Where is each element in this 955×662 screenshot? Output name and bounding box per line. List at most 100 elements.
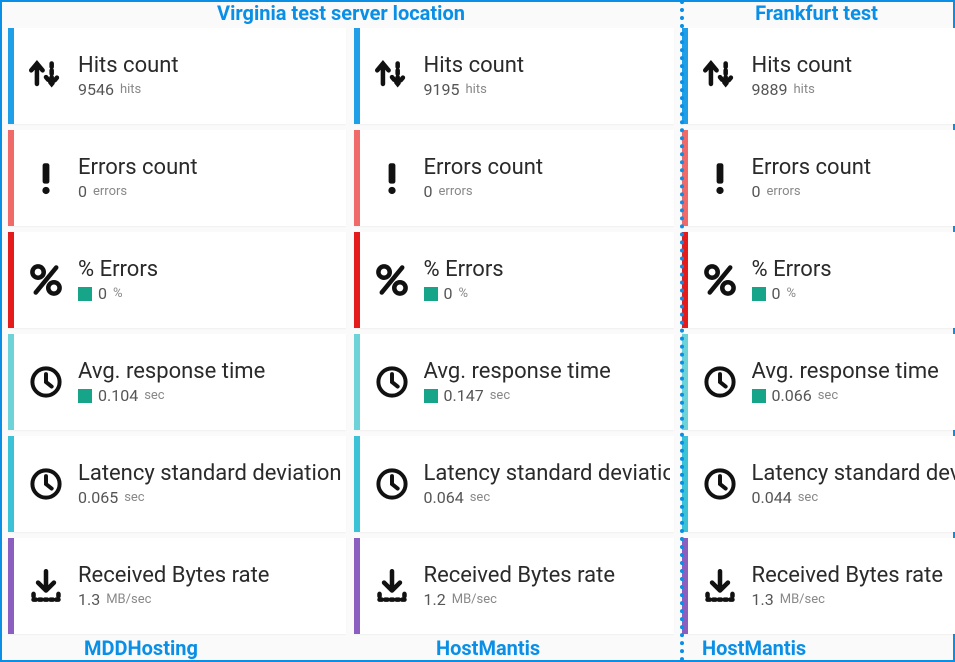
- metric-value: 1.3: [78, 590, 100, 609]
- status-swatch: [424, 287, 438, 301]
- metric-card: Received Bytes rate 1.3 MB/sec: [8, 538, 346, 634]
- metric-valueline: 1.2MB/sec: [424, 590, 670, 609]
- metric-title: Avg. response time: [424, 359, 670, 384]
- metric-unit: %: [113, 286, 123, 301]
- excl-icon: [14, 161, 78, 195]
- metrics-columns: Hits count9546hitsErrors count0errors% E…: [8, 28, 955, 634]
- metric-unit: sec: [124, 490, 144, 505]
- metric-valueline: 0 errors: [424, 182, 670, 201]
- metric-card: Latency standard deviation0.064sec: [354, 436, 674, 532]
- metric-text: Hits count 9546hits: [78, 53, 346, 99]
- metric-unit: sec: [798, 490, 818, 505]
- clock-icon: [360, 467, 424, 501]
- metric-text: Avg. response time 0.104 sec: [78, 359, 346, 405]
- status-swatch: [752, 389, 766, 403]
- metric-text: % Errors 0%: [424, 257, 674, 303]
- metric-value: 0: [772, 284, 781, 303]
- metric-valueline: 9546hits: [78, 80, 342, 99]
- metric-title: Errors count: [78, 155, 342, 180]
- metric-unit: sec: [490, 388, 510, 403]
- metric-text: % Errors0%: [78, 257, 346, 303]
- metric-title: Hits count: [424, 53, 670, 78]
- download-icon: [360, 569, 424, 603]
- metric-value: 0: [424, 182, 433, 201]
- clock-icon: [14, 365, 78, 399]
- metric-card: Hits count9889hits: [682, 28, 955, 124]
- metric-text: Hits count 9195 hits: [424, 53, 674, 99]
- metric-valueline: 0.066 sec: [752, 386, 955, 405]
- metric-card: % Errors0%: [8, 232, 346, 328]
- metric-text: Latency standard deviation0.064sec: [424, 461, 674, 507]
- metric-text: Received Bytes rate 1.2MB/sec: [424, 563, 674, 609]
- metric-card: Avg. response time 0.066 sec: [682, 334, 955, 430]
- metric-title: Received Bytes rate: [78, 563, 342, 588]
- status-swatch: [78, 389, 92, 403]
- metric-value: 1.2: [424, 590, 446, 609]
- percent-icon: [360, 263, 424, 297]
- metric-unit: %: [787, 286, 797, 301]
- metric-title: Received Bytes rate: [424, 563, 670, 588]
- metric-value: 0: [752, 182, 761, 201]
- metric-value: 0.104: [98, 386, 138, 405]
- metric-value: 0.066: [772, 386, 812, 405]
- status-swatch: [752, 287, 766, 301]
- metric-card: Hits count 9546hits: [8, 28, 346, 124]
- metric-valueline: 0 errors: [752, 182, 955, 201]
- metric-value: 0: [444, 284, 453, 303]
- metric-card: Latency standard deviation0.065sec: [8, 436, 346, 532]
- metric-value: 0: [78, 182, 87, 201]
- metric-valueline: 1.3 MB/sec: [78, 590, 342, 609]
- download-icon: [688, 569, 752, 603]
- metric-title: Avg. response time: [752, 359, 955, 384]
- metric-value: 0.147: [444, 386, 484, 405]
- metric-valueline: 0.064sec: [424, 488, 670, 507]
- metric-value: 9195: [424, 80, 460, 99]
- metric-text: Avg. response time 0.147 sec: [424, 359, 674, 405]
- metric-value: 1.3: [752, 590, 774, 609]
- metric-card: Received Bytes rate 1.2MB/sec: [354, 538, 674, 634]
- metric-title: % Errors: [424, 257, 670, 282]
- metric-title: Hits count: [78, 53, 342, 78]
- metric-card: Errors count 0 errors: [354, 130, 674, 226]
- metric-title: Latency standard deviation: [752, 461, 955, 486]
- metric-title: % Errors: [752, 257, 955, 282]
- metric-value: 9889: [752, 80, 788, 99]
- metric-unit: sec: [144, 388, 164, 403]
- metric-unit: errors: [767, 184, 801, 199]
- metric-valueline: 0 errors: [78, 182, 342, 201]
- metric-unit: MB/sec: [106, 592, 151, 607]
- metric-valueline: 0%: [78, 284, 342, 303]
- metric-unit: sec: [470, 490, 490, 505]
- metric-title: Errors count: [424, 155, 670, 180]
- updown-icon: [14, 59, 78, 93]
- metric-unit: errors: [93, 184, 127, 199]
- metric-value: 0.065: [78, 488, 118, 507]
- clock-icon: [360, 365, 424, 399]
- metric-title: Errors count: [752, 155, 955, 180]
- metric-title: Hits count: [752, 53, 955, 78]
- updown-icon: [688, 59, 752, 93]
- percent-icon: [688, 263, 752, 297]
- metric-text: Errors count 0 errors: [424, 155, 674, 201]
- metric-value: 0: [98, 284, 107, 303]
- metric-title: Avg. response time: [78, 359, 342, 384]
- updown-icon: [360, 59, 424, 93]
- clock-icon: [14, 467, 78, 501]
- metric-value: 9546: [78, 80, 114, 99]
- metric-card: Avg. response time 0.104 sec: [8, 334, 346, 430]
- metric-unit: sec: [818, 388, 838, 403]
- excl-icon: [688, 161, 752, 195]
- metric-text: Received Bytes rate1.3MB/sec: [752, 563, 955, 609]
- metric-card: Avg. response time 0.147 sec: [354, 334, 674, 430]
- metric-unit: %: [459, 286, 469, 301]
- metric-text: % Errors 0%: [752, 257, 955, 303]
- metric-card: Latency standard deviation 0.044 sec: [682, 436, 955, 532]
- clock-icon: [688, 365, 752, 399]
- metric-unit: hits: [466, 82, 487, 97]
- metric-unit: MB/sec: [780, 592, 825, 607]
- metric-card: % Errors 0%: [354, 232, 674, 328]
- metric-value: 0.044: [752, 488, 792, 507]
- metric-text: Hits count9889hits: [752, 53, 955, 99]
- metric-unit: errors: [439, 184, 473, 199]
- metric-card: % Errors 0%: [682, 232, 955, 328]
